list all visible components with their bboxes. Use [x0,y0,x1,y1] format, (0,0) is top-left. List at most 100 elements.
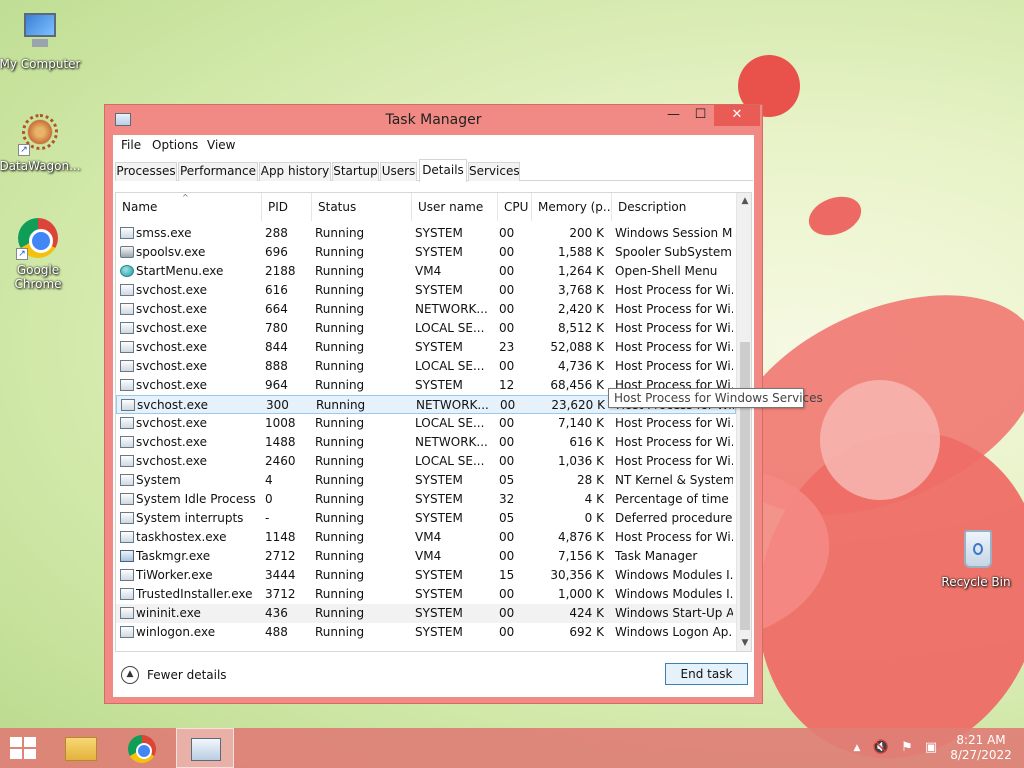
table-row[interactable]: winlogon.exe 488 Running SYSTEM 00 692 K Windo… [116,623,736,642]
table-cell: 32 [499,492,515,506]
table-cell: 00 [499,245,515,259]
desktop-icon-my-computer[interactable]: My Computer [0,10,82,71]
table-cell: Windows Modules I... [615,568,733,582]
default-process-icon [120,284,134,296]
table-cell: Windows Modules I... [615,587,733,601]
default-process-icon [120,588,134,600]
table-row[interactable]: taskhostex.exe 1148 Running VM4 00 4,876 K Hos… [116,528,736,547]
table-row[interactable]: svchost.exe 780 Running LOCAL SE... 00 8,512 … [116,319,736,338]
fewer-details-link[interactable]: Fewer details [147,668,227,682]
menu-options[interactable]: Options [152,138,198,152]
table-cell: Host Process for Wi... [615,359,733,373]
desktop-icon-label: DataWagon... [0,159,81,173]
table-cell: Running [315,473,365,487]
table-cell: svchost.exe [136,416,207,430]
start-button[interactable] [10,737,38,761]
close-button[interactable]: ✕ [714,105,760,126]
clock[interactable]: 8:21 AM 8/27/2022 [946,733,1016,763]
table-cell: Taskmgr.exe [136,549,211,563]
desktop-icon-datawagon[interactable]: ↗ DataWagon... [0,112,82,173]
chevron-up-icon[interactable]: ▲ [121,666,139,684]
table-cell: Deferred procedure ... [615,511,733,525]
table-cell: 68,456 K [550,378,604,392]
maximize-button[interactable]: ☐ [687,105,714,126]
column-header-cpu[interactable]: CPU [498,193,532,221]
folder-icon [65,737,97,761]
scroll-thumb[interactable] [740,342,750,630]
end-task-button[interactable]: End task [665,663,748,685]
table-cell: SYSTEM [415,283,463,297]
column-header-name[interactable]: ^ Name [116,193,262,221]
table-cell: 3,768 K [557,283,604,297]
desktop-icon-google-chrome[interactable]: ↗ Google Chrome [0,216,80,291]
table-cell: Running [315,568,365,582]
scroll-down-arrow-icon[interactable]: ▼ [737,635,751,651]
table-row[interactable]: smss.exe 288 Running SYSTEM 00 200 K Windows S… [116,224,736,243]
tab-services[interactable]: Services [468,162,520,181]
minimize-button[interactable]: — [660,105,687,126]
table-cell: wininit.exe [136,606,201,620]
tab-app-history[interactable]: App history [259,162,331,181]
window-client-area: File Options View Processes Performance … [113,135,754,697]
table-row[interactable]: Taskmgr.exe 2712 Running VM4 00 7,156 K Task M… [116,547,736,566]
table-row[interactable]: System 4 Running SYSTEM 05 28 K NT Kernel & Sy… [116,471,736,490]
scroll-up-arrow-icon[interactable]: ▲ [737,193,751,209]
taskbar-task-manager[interactable] [176,728,234,768]
default-process-icon [120,360,134,372]
table-row[interactable]: svchost.exe 844 Running SYSTEM 23 52,088 K Hos… [116,338,736,357]
desktop-icon-recycle-bin[interactable]: Recycle Bin [934,528,1018,589]
table-cell: 8,512 K [557,321,604,335]
table-cell: NETWORK... [416,398,489,412]
table-cell: 7,156 K [557,549,604,563]
tray-overflow-icon[interactable]: ▲ [848,740,866,756]
table-row[interactable]: StartMenu.exe 2188 Running VM4 00 1,264 K Open… [116,262,736,281]
column-header-description[interactable]: Description [612,193,736,221]
table-cell: 00 [499,625,515,639]
taskbar-file-explorer[interactable] [52,728,110,768]
table-cell: Running [315,283,365,297]
table-row[interactable]: svchost.exe 1488 Running NETWORK... 00 616 K H… [116,433,736,452]
table-row[interactable]: svchost.exe 616 Running SYSTEM 00 3,768 K Host… [116,281,736,300]
table-row[interactable]: svchost.exe 664 Running NETWORK... 00 2,420 K… [116,300,736,319]
table-row[interactable]: svchost.exe 1008 Running LOCAL SE... 00 7,140… [116,414,736,433]
table-cell: 692 K [569,625,604,639]
tab-details[interactable]: Details [419,159,467,182]
table-cell: 00 [499,606,515,620]
table-row[interactable]: svchost.exe 888 Running LOCAL SE... 00 4,736 … [116,357,736,376]
volume-muted-icon[interactable]: 🔇 [872,740,890,756]
table-row[interactable]: TiWorker.exe 3444 Running SYSTEM 15 30,356 K W… [116,566,736,585]
table-cell: Running [315,435,365,449]
table-row[interactable]: System Idle Process 0 Running SYSTEM 32 4 K Pe… [116,490,736,509]
default-process-icon [120,341,134,353]
table-cell: SYSTEM [415,473,463,487]
table-row[interactable]: wininit.exe 436 Running SYSTEM 00 424 K Window… [116,604,736,623]
table-cell: 00 [499,416,515,430]
table-cell: 23,620 K [551,398,605,412]
table-cell: SYSTEM [415,625,463,639]
column-header-user-name[interactable]: User name [412,193,498,221]
column-header-pid[interactable]: PID [262,193,312,221]
table-row[interactable]: spoolsv.exe 696 Running SYSTEM 00 1,588 K Spoo… [116,243,736,262]
action-center-flag-icon[interactable]: ⚑ [898,740,916,756]
tab-startup[interactable]: Startup [332,162,379,181]
table-cell: - [265,511,270,525]
table-cell: 1,264 K [557,264,604,278]
vertical-scrollbar[interactable]: ▲ ▼ [736,193,751,651]
table-row[interactable]: svchost.exe 2460 Running LOCAL SE... 00 1,036… [116,452,736,471]
network-icon[interactable]: ▣ [922,740,940,756]
table-row[interactable]: TrustedInstaller.exe 3712 Running SYSTEM 00 1… [116,585,736,604]
table-row[interactable]: System interrupts - Running SYSTEM 05 0 K Defe… [116,509,736,528]
tab-processes[interactable]: Processes [115,162,177,181]
column-header-memory[interactable]: Memory (p... [532,193,612,221]
table-cell: Running [315,492,365,506]
column-header-status[interactable]: Status [312,193,412,221]
taskbar-chrome[interactable] [114,728,172,768]
menu-view[interactable]: View [207,138,235,152]
tab-users[interactable]: Users [380,162,417,181]
desktop-icon-label: Recycle Bin [941,575,1011,589]
table-cell: SYSTEM [415,568,463,582]
menu-file[interactable]: File [121,138,141,152]
tab-performance[interactable]: Performance [178,162,258,181]
title-bar[interactable]: Task Manager — ☐ ✕ [105,105,762,133]
table-cell: Host Process for Wi... [615,283,733,297]
